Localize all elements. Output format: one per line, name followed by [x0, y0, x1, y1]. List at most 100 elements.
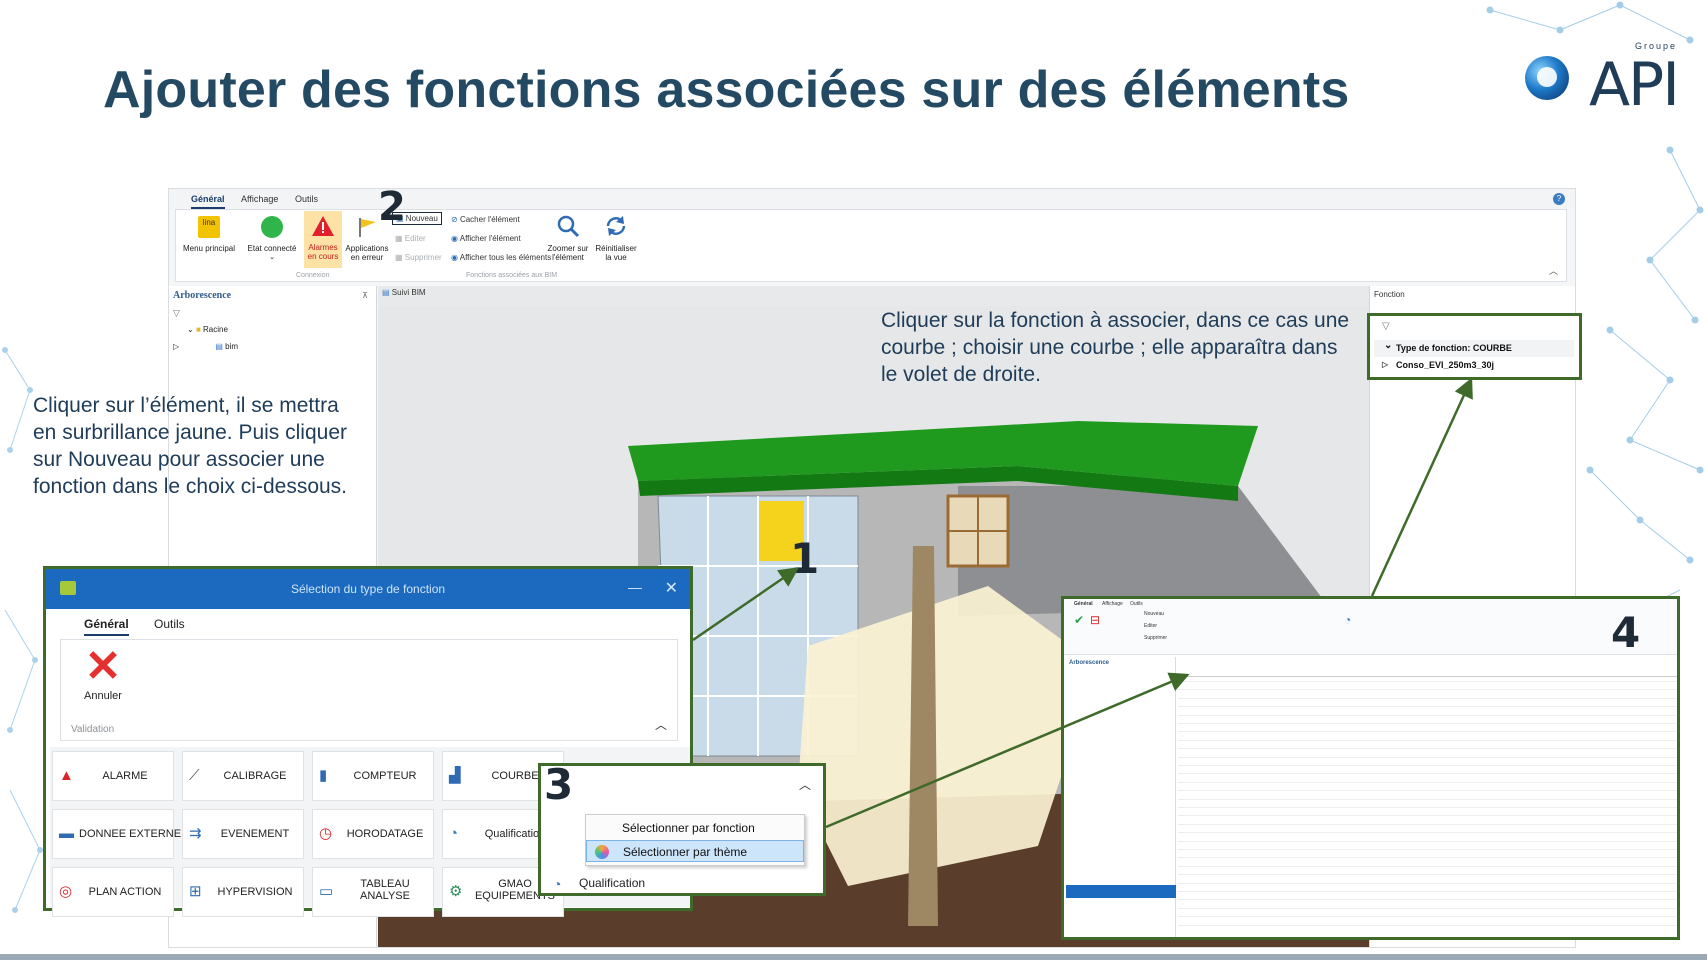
- p4-grid-row[interactable]: [1178, 714, 1677, 716]
- qualification-label[interactable]: Qualification: [579, 876, 645, 890]
- p4-grid-row[interactable]: [1178, 723, 1677, 724]
- supprimer-button[interactable]: ▦ Supprimer: [395, 253, 442, 262]
- function-type-button[interactable]: ▲ ALARME: [52, 751, 174, 801]
- help-icon[interactable]: ?: [1553, 193, 1565, 205]
- p4-supprimer-button[interactable]: Supprimer: [1144, 635, 1167, 641]
- p4-grid-row[interactable]: [1178, 765, 1677, 766]
- alarm-warning-icon: [312, 216, 334, 236]
- ribbon-collapse-chevron-icon[interactable]: ︿: [1549, 264, 1558, 277]
- tree-item-bim-label: bim: [225, 342, 239, 351]
- p4-nouveau-button[interactable]: Nouveau: [1144, 611, 1164, 617]
- p4-grid-row[interactable]: [1178, 748, 1677, 750]
- dialog-collapse-chevron-icon[interactable]: ︿: [655, 716, 667, 733]
- tree-item-bim[interactable]: ▷ ▤ bim: [173, 342, 238, 351]
- p4-function-grid[interactable]: [1178, 657, 1677, 937]
- p4-grid-row[interactable]: [1178, 874, 1677, 876]
- function-type-label: HORODATAGE: [346, 828, 424, 840]
- tab-general[interactable]: Général: [191, 194, 225, 209]
- p4-grid-row[interactable]: [1178, 681, 1677, 682]
- minimize-icon[interactable]: —: [628, 579, 642, 595]
- p4-grid-row[interactable]: [1178, 882, 1677, 884]
- p4-grid-row[interactable]: [1178, 916, 1677, 918]
- p4-grid-row[interactable]: [1178, 731, 1677, 733]
- p4-tab-affichage[interactable]: Affichage: [1102, 601, 1123, 607]
- fonction-filter-icon[interactable]: ▽: [1382, 321, 1390, 332]
- p4-grid-row[interactable]: [1178, 689, 1677, 691]
- close-icon[interactable]: ✕: [665, 578, 678, 598]
- cacher-label: Cacher l'élément: [459, 215, 520, 224]
- function-type-label: TABLEAU ANALYSE: [360, 878, 410, 902]
- p4-grid-row[interactable]: [1178, 899, 1677, 901]
- function-type-button[interactable]: ⊞ HYPERVISION: [182, 867, 304, 917]
- type-de-fonction-row[interactable]: Type de fonction: COURBE: [1374, 340, 1574, 357]
- p4-grid-row[interactable]: [1178, 773, 1677, 775]
- p4-grid-row[interactable]: [1178, 924, 1677, 926]
- eye-all-icon: ◉: [451, 253, 458, 262]
- dialog-tab-general[interactable]: Général: [84, 617, 129, 636]
- p4-grid-row[interactable]: [1178, 891, 1677, 892]
- p4-arborescence-panel: Arborescence: [1066, 657, 1176, 937]
- p4-grid-row[interactable]: [1178, 823, 1677, 825]
- filter-icon[interactable]: ▽: [173, 308, 180, 319]
- editer-button[interactable]: ▦ Editer: [395, 234, 426, 243]
- bottom-bar: [0, 954, 1707, 960]
- menu-principal-button[interactable]: lina Menu principal: [182, 216, 236, 253]
- logo-orb-icon: [1525, 56, 1569, 100]
- dropdown-chevron-up-icon[interactable]: ︿: [799, 776, 811, 793]
- fonction-panel-header: Fonction: [1374, 290, 1405, 299]
- p4-grid-row[interactable]: [1178, 907, 1677, 909]
- p4-grid-row[interactable]: [1178, 832, 1677, 834]
- p4-grid-row[interactable]: [1178, 756, 1677, 758]
- annuler-button[interactable]: ✕ Annuler: [73, 644, 133, 703]
- function-type-button[interactable]: ⇉ EVENEMENT: [182, 809, 304, 859]
- hide-eye-icon: ⊘: [451, 215, 458, 224]
- alarmes-button[interactable]: Alarmes en cours: [304, 211, 342, 268]
- p4-tab-outils[interactable]: Outils: [1130, 601, 1143, 607]
- function-type-button[interactable]: ▬ DONNEE EXTERNE: [52, 809, 181, 859]
- menu-item-par-fonction[interactable]: Sélectionner par fonction: [586, 817, 804, 839]
- p4-grid-row[interactable]: [1178, 849, 1677, 850]
- selection-mode-dropdown-callout: ︿ Sélectionner par fonction Sélectionner…: [538, 763, 826, 896]
- p4-grid-row[interactable]: [1178, 865, 1677, 867]
- validation-group-label: Validation: [71, 724, 115, 735]
- p4-grid-row[interactable]: [1178, 781, 1677, 783]
- tab-outils[interactable]: Outils: [295, 194, 318, 204]
- dialog-ribbon: ✕ Annuler Validation ︿: [60, 639, 678, 741]
- zoomer-button[interactable]: Zoomer sur l'élément: [546, 214, 590, 262]
- tab-affichage[interactable]: Affichage: [241, 194, 278, 204]
- p4-grid-row[interactable]: [1178, 815, 1677, 817]
- p4-grid-row[interactable]: [1178, 840, 1677, 842]
- dialog-tab-outils[interactable]: Outils: [154, 617, 185, 631]
- hypervision-icon: ⊞: [189, 883, 202, 900]
- p4-grid-row[interactable]: [1178, 857, 1677, 859]
- p4-editer-button[interactable]: Editer: [1144, 623, 1157, 629]
- p4-grid-row[interactable]: [1178, 790, 1677, 792]
- step-2-marker: 2: [378, 184, 406, 230]
- p4-selected-row[interactable]: [1066, 885, 1176, 898]
- afficher-tous-button[interactable]: ◉ Afficher tous les éléments: [451, 253, 551, 262]
- etat-connecte-button[interactable]: Etat connecté ⌄: [244, 216, 300, 262]
- reinitialiser-vue-button[interactable]: Réinitialiser la vue: [594, 214, 638, 262]
- zoomer-label: Zoomer sur l'élément: [547, 244, 589, 262]
- function-type-button[interactable]: ◎ PLAN ACTION: [52, 867, 174, 917]
- p4-grid-row[interactable]: [1178, 807, 1677, 808]
- function-type-button[interactable]: ▮ COMPTEUR: [312, 751, 434, 801]
- p4-grid-row[interactable]: [1178, 706, 1677, 708]
- p4-grid-row[interactable]: [1178, 697, 1677, 699]
- function-type-button[interactable]: ⟋ CALIBRAGE: [182, 751, 304, 801]
- tree-item-racine[interactable]: ⌄ ■ Racine: [187, 325, 228, 334]
- fonction-item-conso[interactable]: Conso_EVI_250m3_30j: [1374, 360, 1494, 370]
- afficher-element-button[interactable]: ◉ Afficher l'élément: [451, 234, 521, 243]
- pin-icon[interactable]: ⊼: [362, 291, 368, 300]
- p4-grid-row[interactable]: [1178, 798, 1677, 800]
- p4-grid-row[interactable]: [1178, 739, 1677, 741]
- p4-validate-icon[interactable]: ✔: [1074, 613, 1084, 627]
- p4-close-icon[interactable]: ⊟: [1090, 613, 1100, 627]
- menu-item-par-theme[interactable]: Sélectionner par thème: [586, 840, 804, 862]
- step-3-marker: 3: [544, 760, 574, 809]
- cacher-element-button[interactable]: ⊘ Cacher l'élément: [451, 215, 520, 224]
- p4-tab-general[interactable]: Général: [1074, 601, 1093, 607]
- function-type-button[interactable]: ▭ TABLEAU ANALYSE: [312, 867, 434, 917]
- function-type-button[interactable]: ◷ HORODATAGE: [312, 809, 434, 859]
- p4-qualification-icon[interactable]: ◔: [1344, 613, 1351, 627]
